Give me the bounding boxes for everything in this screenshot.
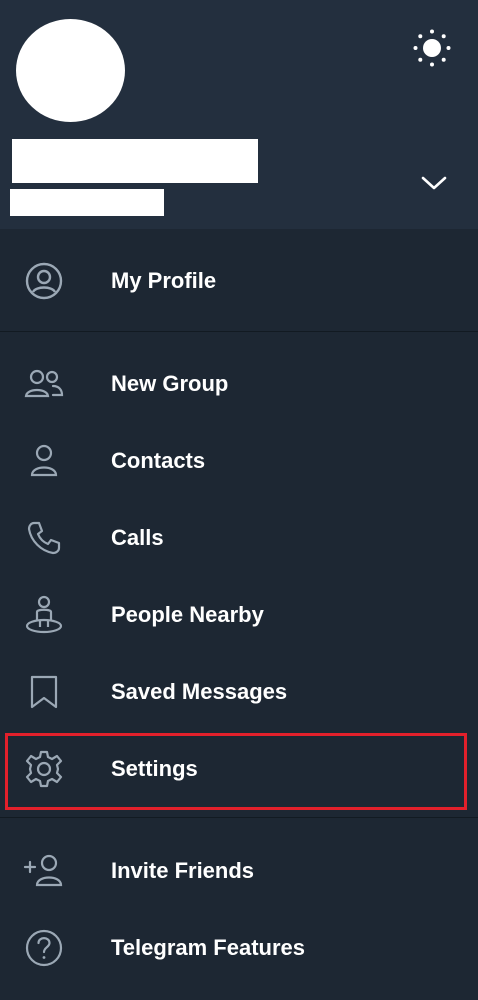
menu-item-calls[interactable]: Calls [0,499,478,576]
menu-item-new-group[interactable]: New Group [0,345,478,422]
sun-icon[interactable] [410,26,454,70]
divider [0,817,478,818]
divider [0,331,478,332]
menu-item-label: New Group [111,370,229,396]
menu-item-label: Telegram Features [111,934,306,960]
bookmark-icon [22,670,66,714]
phone-icon [22,516,66,560]
drawer-header [0,0,478,229]
menu-item-contacts[interactable]: Contacts [0,422,478,499]
user-phone-redacted [10,189,164,216]
menu-item-people-nearby[interactable]: People Nearby [0,576,478,653]
navigation-drawer: My Profile New Group Contacts Calls Peop… [0,0,478,1000]
group-icon [22,362,66,406]
menu-item-invite-friends[interactable]: Invite Friends [0,832,478,909]
menu-item-label: People Nearby [111,601,264,627]
selection-highlight [5,733,467,810]
menu-item-label: Saved Messages [111,678,288,704]
menu-item-telegram-features[interactable]: Telegram Features [0,909,478,986]
menu-item-label: Contacts [111,447,206,473]
contact-icon [22,439,66,483]
people-nearby-icon [22,593,66,637]
menu-item-saved-messages[interactable]: Saved Messages [0,653,478,730]
user-name-redacted [12,139,258,183]
profile-icon [22,259,66,303]
menu-item-label: Invite Friends [111,857,255,883]
menu-item-label: My Profile [111,267,217,293]
add-user-icon [22,849,66,893]
menu-item-label: Calls [111,524,164,550]
avatar[interactable] [16,19,125,122]
menu-item-my-profile[interactable]: My Profile [0,242,478,319]
chevron-down-icon[interactable] [414,163,454,203]
question-icon [22,926,66,970]
